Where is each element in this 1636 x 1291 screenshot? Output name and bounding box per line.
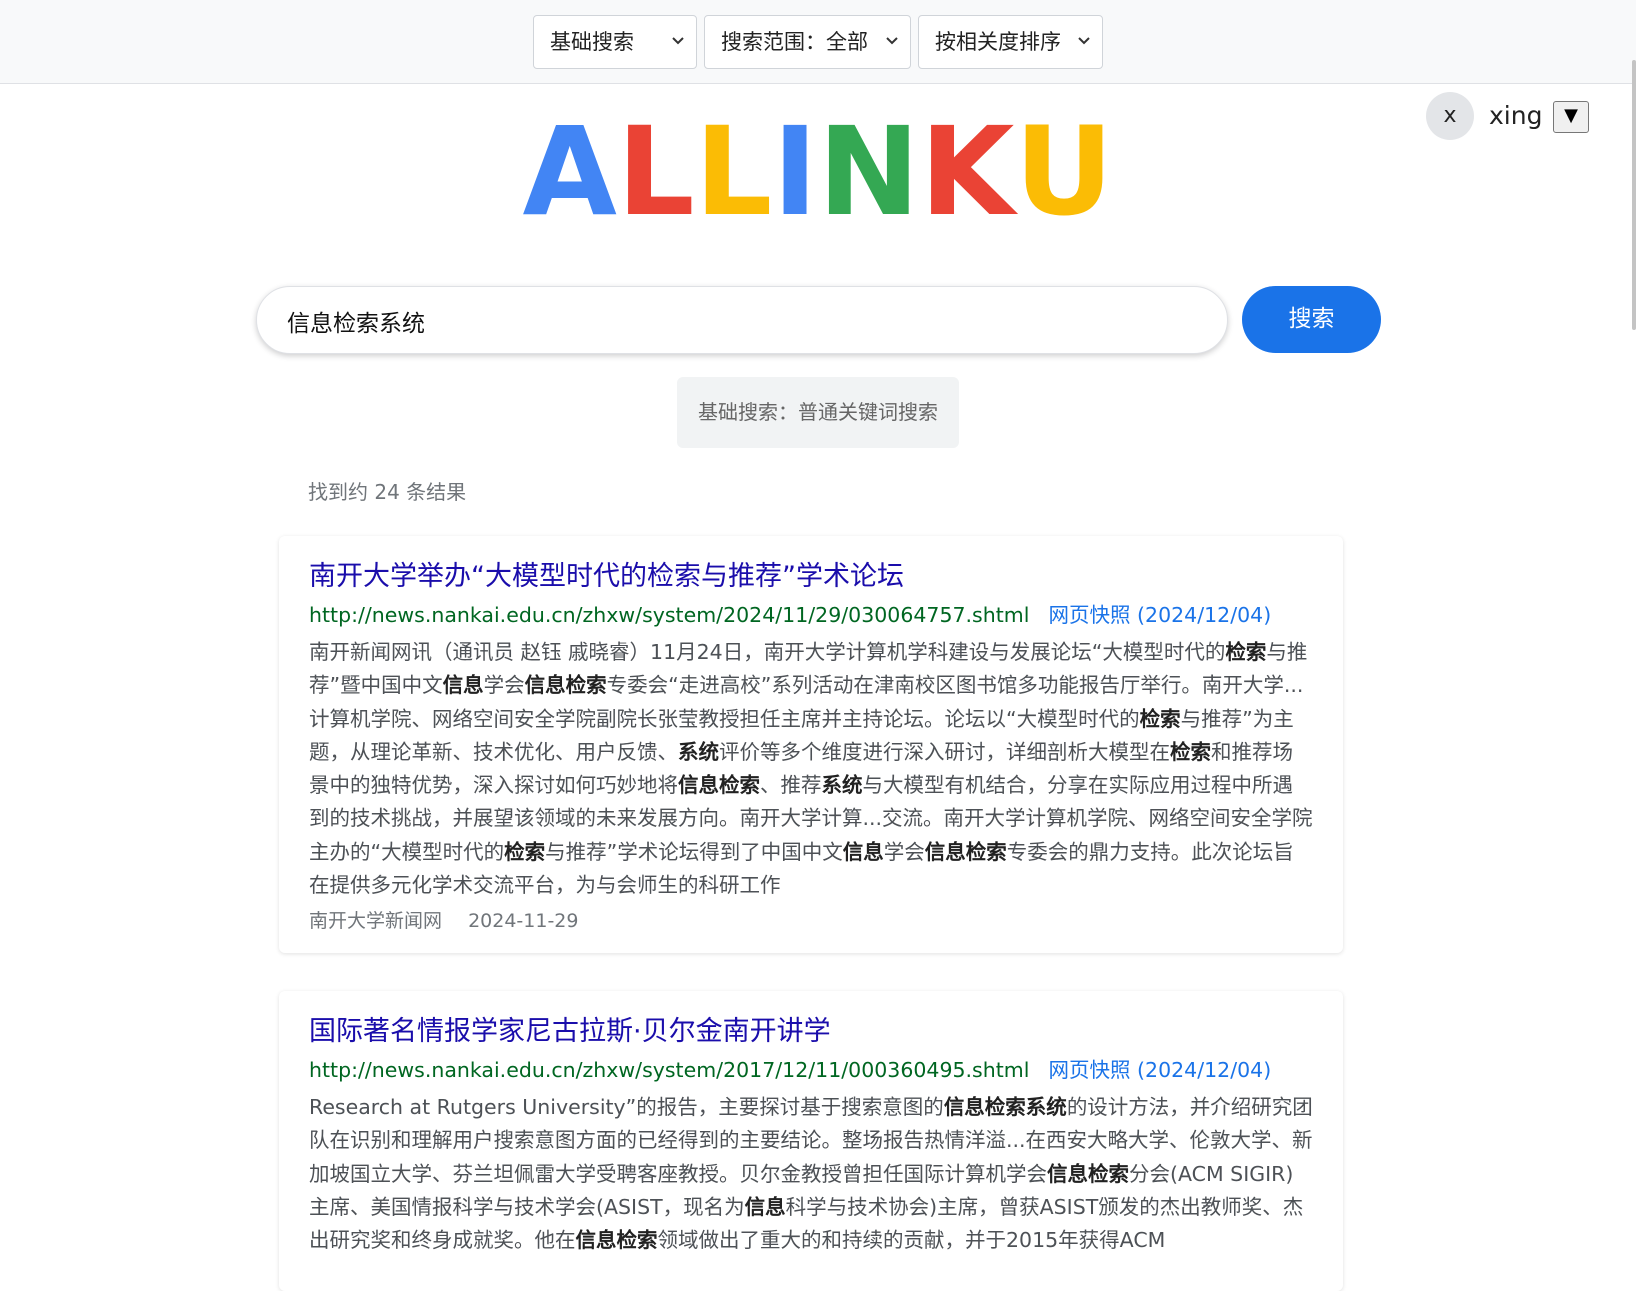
- logo-letter: A: [522, 101, 617, 243]
- highlight-term: 检索: [504, 839, 546, 864]
- logo-letter: L: [616, 101, 695, 243]
- highlight-term: 检索: [1139, 706, 1181, 731]
- highlight-term: 信息检索: [575, 1228, 658, 1253]
- search-button[interactable]: 搜索: [1242, 286, 1381, 353]
- result-title-link[interactable]: 南开大学举办“大模型时代的检索与推荐”学术论坛: [309, 558, 1313, 596]
- snippet-text: 评价等多个维度进行深入研讨，详细剖析大模型在: [719, 739, 1170, 764]
- site-logo: ALLINKU: [0, 101, 1636, 243]
- highlight-term: 检索: [1170, 739, 1211, 764]
- chevron-down-icon: [886, 16, 898, 46]
- logo-letter: K: [919, 101, 1015, 243]
- highlight-term: 系统: [821, 773, 863, 798]
- highlight-term: 系统: [678, 739, 719, 764]
- logo-letter: N: [817, 101, 920, 243]
- search-type-select[interactable]: 基础搜索: [533, 15, 697, 69]
- highlight-term: 信息检索: [678, 773, 760, 798]
- sort-value: 按相关度排序: [935, 30, 1061, 54]
- search-scope-value: 搜索范围：全部: [721, 30, 868, 54]
- highlight-term: 信息检索: [924, 839, 1007, 864]
- result-source: 南开大学新闻网: [309, 910, 443, 933]
- result-date: 2024-11-29: [468, 910, 579, 933]
- highlight-term: 信息检索: [1047, 1161, 1129, 1186]
- result-snippet: 南开新闻网讯（通讯员 赵钰 戚晓睿）11月24日，南开大学计算机学科建设与发展论…: [309, 636, 1313, 902]
- search-mode-hint: 基础搜索：普通关键词搜索: [677, 377, 959, 448]
- filter-bar: 基础搜索 搜索范围：全部 按相关度排序: [0, 0, 1636, 84]
- highlight-term: 信息: [744, 1194, 786, 1219]
- scrollbar[interactable]: [1632, 60, 1636, 330]
- logo-letter: U: [1014, 101, 1114, 243]
- logo-letter: L: [694, 101, 773, 243]
- snippet-text: Research at Rutgers University”的报告，主要探讨基…: [309, 1095, 944, 1119]
- result-card: 南开大学举办“大模型时代的检索与推荐”学术论坛 http://news.nank…: [279, 536, 1343, 953]
- highlight-term: 信息检索: [524, 673, 607, 698]
- result-url[interactable]: http://news.nankai.edu.cn/zhxw/system/20…: [309, 603, 1029, 627]
- snippet-text: 南开新闻网讯（通讯员 赵钰 戚晓睿）11月24日，南开大学计算机学科建设与发展论…: [309, 640, 1226, 664]
- search-input[interactable]: [285, 297, 1189, 345]
- result-meta: 南开大学新闻网 2024-11-29: [309, 908, 1313, 934]
- sort-select[interactable]: 按相关度排序: [918, 15, 1103, 69]
- logo-letter: I: [772, 101, 818, 243]
- snippet-text: 、推荐: [760, 773, 822, 798]
- snapshot-link[interactable]: 网页快照 (2024/12/04): [1049, 603, 1272, 627]
- highlight-term: 信息: [842, 839, 884, 864]
- search-box: [256, 286, 1228, 354]
- highlight-term: 检索: [1225, 640, 1267, 664]
- result-url[interactable]: http://news.nankai.edu.cn/zhxw/system/20…: [309, 1058, 1029, 1082]
- search-scope-select[interactable]: 搜索范围：全部: [704, 15, 911, 69]
- snippet-text: 学会: [483, 673, 525, 698]
- highlight-term: 信息检索系统: [943, 1095, 1067, 1119]
- snippet-text: 学会: [883, 839, 925, 864]
- snippet-text: 与推荐”学术论坛得到了中国中文: [545, 839, 843, 864]
- result-title-link[interactable]: 国际著名情报学家尼古拉斯·贝尔金南开讲学: [309, 1013, 1313, 1051]
- highlight-term: 信息: [442, 673, 484, 698]
- result-count: 找到约 24 条结果: [308, 480, 467, 504]
- chevron-down-icon: [1078, 16, 1090, 46]
- result-card: 国际著名情报学家尼古拉斯·贝尔金南开讲学 http://news.nankai.…: [279, 991, 1343, 1291]
- snapshot-link[interactable]: 网页快照 (2024/12/04): [1049, 1058, 1272, 1082]
- search-type-value: 基础搜索: [550, 30, 634, 54]
- result-snippet: Research at Rutgers University”的报告，主要探讨基…: [309, 1091, 1313, 1257]
- snippet-text: 领域做出了重大的和持续的贡献，并于2015年获得ACM: [657, 1228, 1166, 1253]
- chevron-down-icon: [672, 16, 684, 46]
